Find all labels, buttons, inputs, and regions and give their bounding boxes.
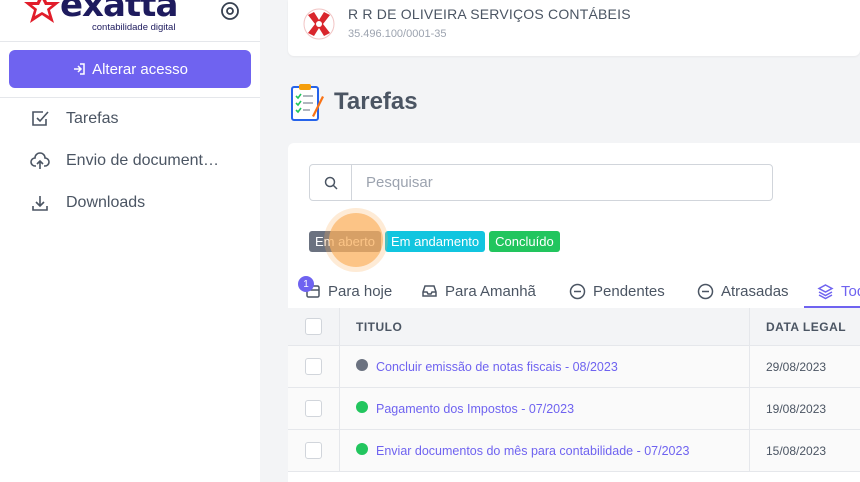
sidebar-item-label: Tarefas [66,110,119,127]
row-date-cell: 19/08/2023 [766,401,827,416]
filter-concluido[interactable]: Concluído [489,231,560,252]
table-row[interactable]: Pagamento dos Impostos - 07/2023 19/08/2… [288,388,860,430]
tab-atrasadas[interactable]: Atrasadas [697,274,789,308]
clipboard-tasks-icon [291,84,324,121]
row-checkbox[interactable] [305,442,322,459]
select-all-checkbox[interactable] [305,318,322,335]
search-icon [324,176,338,190]
login-arrow-icon [74,63,85,75]
page-title: Tarefas [334,88,418,115]
tab-label: Para Amanhã [445,282,536,300]
sidebar-divider [0,41,260,42]
minus-circle-icon [569,283,586,299]
brand-logo[interactable]: exatta contabilidade digital [22,0,182,40]
column-header-title: TITULO [356,319,403,334]
tab-label: Para hoje [328,282,393,300]
column-header-date: DATA LEGAL [766,319,847,334]
tab-label: Todas [841,282,860,300]
search-button[interactable] [310,165,352,200]
filter-em-andamento[interactable]: Em andamento [384,231,486,252]
sidebar-item-label: Envio de document… [66,152,219,169]
cloud-upload-icon [30,152,50,169]
status-dot [356,359,368,371]
table-row[interactable]: Enviar documentos do mês para contabilid… [288,430,860,472]
tab-count-badge: 1 [298,276,314,292]
row-check-cell [288,388,340,429]
select-all-cell [288,308,340,345]
row-date-cell: 15/08/2023 [766,443,827,458]
brand-tagline: contabilidade digital [92,22,176,33]
tasks-panel: Em aberto Em andamento Concluído Para ho… [288,143,860,482]
company-logo-icon [303,8,335,40]
sidebar-item-envio-documentos[interactable]: Envio de document… [0,140,260,182]
status-dot [356,401,368,413]
minus-circle-icon [697,283,714,299]
row-title-cell: Concluir emissão de notas fiscais - 08/2… [340,346,750,387]
company-cnpj: 35.496.100/0001-35 [348,28,447,40]
exatta-star-icon [24,0,60,23]
row-checkbox[interactable] [305,358,322,375]
search-input[interactable] [352,165,772,200]
tab-para-hoje[interactable]: Para hoje [305,274,392,308]
target-settings-icon [221,2,239,20]
task-tabs: Para hoje Para Amanhã Pendentes Atrasada… [288,274,860,308]
tab-label: Atrasadas [721,282,789,300]
check-square-icon [32,111,49,126]
tab-todas[interactable]: Todas [817,274,860,308]
header-title-cell[interactable]: TITULO [340,308,750,345]
row-checkbox[interactable] [305,400,322,417]
sidebar-item-label: Downloads [66,194,146,211]
inbox-icon [422,285,437,297]
task-link[interactable]: Concluir emissão de notas fiscais - 08/2… [376,360,618,374]
alter-access-label: Alterar acesso [92,60,188,78]
sidebar: exatta contabilidade digital Alterar ace… [0,0,260,482]
row-title-cell: Enviar documentos do mês para contabilid… [340,430,750,471]
layers-icon [817,283,834,299]
row-check-cell [288,430,340,471]
task-link[interactable]: Pagamento dos Impostos - 07/2023 [376,402,574,416]
tab-para-amanha[interactable]: Para Amanhã [421,274,536,308]
tab-pendentes[interactable]: Pendentes [569,274,665,308]
task-link[interactable]: Enviar documentos do mês para contabilid… [376,444,689,458]
header-date-cell[interactable]: DATA LEGAL [750,308,860,345]
download-icon [32,196,48,211]
row-check-cell [288,346,340,387]
row-date-cell: 29/08/2023 [766,359,827,374]
alter-access-button[interactable]: Alterar acesso [9,50,251,88]
status-filters: Em aberto Em andamento Concluído [309,231,560,252]
search-bar [309,164,773,201]
tasks-table: TITULO DATA LEGAL Concluir emissão de no… [288,308,860,472]
company-name: R R DE OLIVEIRA SERVIÇOS CONTÁBEIS [348,6,631,22]
sidebar-nav: Tarefas Envio de document… Downloads [0,98,260,224]
table-header: TITULO DATA LEGAL [288,308,860,346]
company-card: R R DE OLIVEIRA SERVIÇOS CONTÁBEIS 35.49… [288,0,860,56]
status-dot [356,443,368,455]
tab-label: Pendentes [593,282,665,300]
table-row[interactable]: Concluir emissão de notas fiscais - 08/2… [288,346,860,388]
page-header: Tarefas [290,82,418,122]
row-title-cell: Pagamento dos Impostos - 07/2023 [340,388,750,429]
sidebar-item-downloads[interactable]: Downloads [0,182,260,224]
filter-em-aberto[interactable]: Em aberto [309,231,381,252]
settings-button[interactable] [219,0,241,22]
sidebar-item-tarefas[interactable]: Tarefas [0,98,260,140]
